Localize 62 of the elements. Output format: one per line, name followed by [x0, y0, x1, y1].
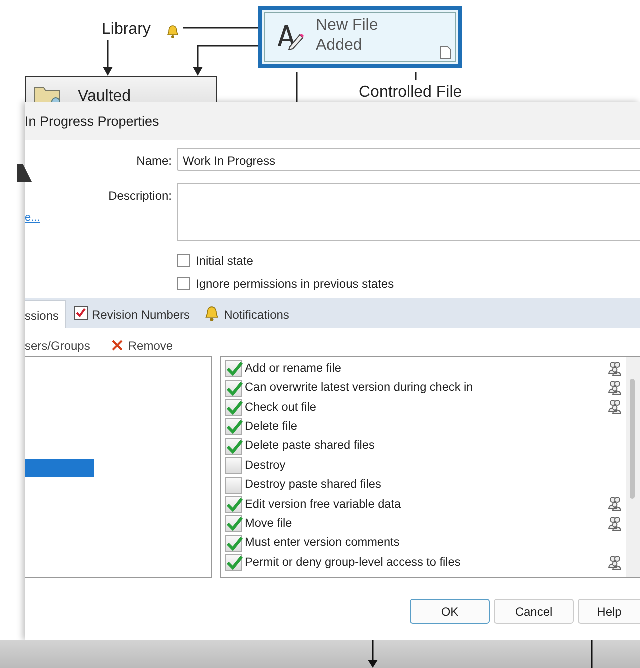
permission-label: Check out file: [245, 398, 316, 416]
tab[interactable]: Revision Numbers: [74, 300, 196, 328]
dialog-button[interactable]: Cancel: [494, 599, 574, 624]
field-label: Description:: [108, 188, 172, 205]
state-node[interactable]: New File Added: [258, 6, 462, 68]
toolbar-button[interactable]: Remove: [112, 335, 174, 356]
checkbox[interactable]: [225, 515, 242, 532]
state-node[interactable]: Vaulted: [25, 76, 217, 102]
permission-label: Edit version free variable data: [245, 496, 402, 513]
permission-label: Permit or deny group-level access to files: [245, 554, 461, 571]
description-field[interactable]: [177, 182, 640, 241]
selection-highlight: [25, 459, 94, 477]
checkbox[interactable]: [225, 380, 242, 397]
permission-label: Destroy: [245, 456, 286, 474]
checkbox[interactable]: [225, 418, 242, 436]
transition-line: [296, 72, 298, 102]
folder-icon: [34, 85, 62, 102]
dialog-button[interactable]: Help: [578, 599, 640, 624]
transition-line: [591, 640, 593, 668]
transition-arrow: [368, 640, 378, 668]
checkbox-icon: [74, 306, 88, 320]
transition-arrow: [103, 40, 113, 76]
transition-line: [415, 72, 417, 80]
checkbox[interactable]: [225, 476, 242, 494]
permission-label: Delete file: [245, 418, 298, 436]
checkbox[interactable]: [225, 360, 242, 378]
pen-letter-icon: [276, 22, 304, 50]
toolbar-button[interactable]: sers/Groups: [25, 335, 90, 356]
figure-icon: [17, 162, 33, 184]
permission-label: Add or rename file: [245, 360, 342, 377]
bell-icon: [204, 306, 220, 322]
dialog-button[interactable]: OK: [410, 599, 490, 624]
bell-icon: [166, 24, 180, 39]
field-label: Name:: [136, 153, 172, 170]
name-field[interactable]: Work In Progress: [177, 148, 640, 171]
permission-label: Must enter version comments: [245, 534, 400, 552]
link-text[interactable]: e...: [25, 210, 40, 226]
checkbox[interactable]: [225, 534, 242, 552]
checkbox[interactable]: [225, 398, 242, 416]
checkbox-label: Ignore permissions in previous states: [196, 276, 394, 293]
checkbox[interactable]: [177, 277, 190, 290]
permission-label: Move file: [245, 514, 292, 532]
window-title: In Progress Properties: [25, 114, 160, 129]
checkbox[interactable]: [225, 496, 242, 513]
transition-label: Controlled File: [359, 83, 462, 102]
permission-label: Destroy paste shared files: [245, 476, 382, 494]
node-subtitle: Added: [316, 36, 364, 56]
close-icon: [112, 340, 124, 351]
permission-label: Delete paste shared files: [245, 437, 375, 454]
checkbox[interactable]: [177, 254, 190, 268]
node-title: Vaulted: [78, 87, 132, 102]
document-icon: [440, 46, 452, 60]
checkbox[interactable]: [225, 457, 242, 474]
checkbox[interactable]: [225, 438, 242, 455]
tab[interactable]: Notifications: [204, 300, 296, 328]
state-label: Library: [102, 20, 151, 40]
transition-arrow: [193, 45, 258, 76]
checkbox-label: Initial state: [196, 252, 254, 270]
node-title: New File: [316, 16, 378, 36]
permission-label: Can overwrite latest version during check in: [245, 379, 474, 396]
checkbox[interactable]: [225, 554, 242, 572]
tab[interactable]: ssions: [25, 300, 66, 328]
